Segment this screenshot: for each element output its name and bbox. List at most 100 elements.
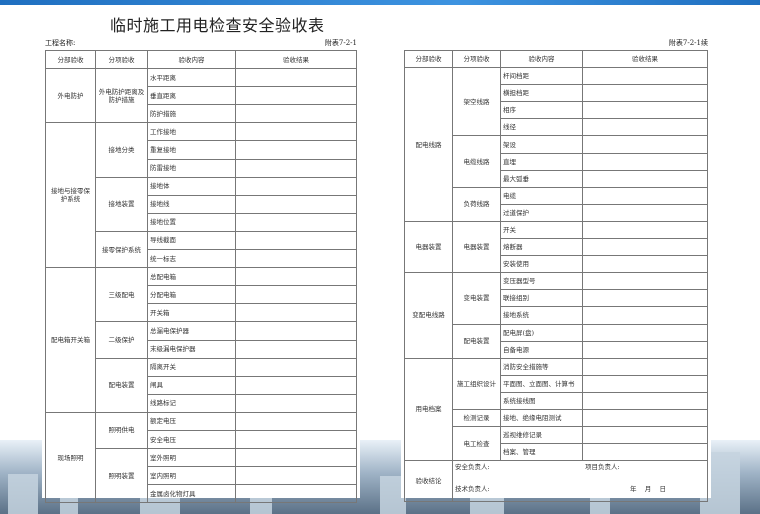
result-cell[interactable] [582,357,708,376]
project-manager-label: 项目负责人: [585,463,620,472]
result-cell[interactable] [582,203,708,222]
result-cell[interactable] [582,391,708,410]
conclusion-label: 验收结论 [404,460,453,503]
result-cell[interactable] [582,289,708,308]
result-cell[interactable] [582,220,708,240]
result-cell[interactable] [235,86,357,106]
result-cell[interactable] [582,374,708,393]
content-cell: 防护措施 [147,104,236,124]
section-cell: 电器装置 [404,220,453,274]
content-cell: 水平距离 [147,68,236,88]
content-cell: 室外照明 [147,448,236,468]
result-cell[interactable] [582,152,708,171]
content-cell: 档案、管理 [500,443,583,462]
content-cell: 巡视维修记录 [500,426,583,445]
result-cell[interactable] [235,212,357,232]
content-cell: 联接组别 [500,289,583,308]
result-cell[interactable] [235,339,357,359]
result-cell[interactable] [235,230,357,251]
result-cell[interactable] [582,306,708,325]
content-cell: 分配电箱 [147,285,236,305]
content-cell: 横担档距 [500,84,583,103]
result-cell[interactable] [235,194,357,214]
subsection-cell: 电缆线路 [452,135,501,188]
content-cell: 垂直距离 [147,86,236,106]
result-cell[interactable] [235,429,357,450]
result-cell[interactable] [235,321,357,341]
result-cell[interactable] [582,408,708,428]
result-cell[interactable] [235,411,357,431]
result-cell[interactable] [235,140,357,160]
content-cell: 室内照明 [147,466,236,486]
result-cell[interactable] [582,255,708,274]
header-cell: 验收结果 [582,49,708,69]
result-cell[interactable] [582,101,708,120]
result-cell[interactable] [235,176,357,196]
content-cell: 开关 [500,220,583,240]
result-cell[interactable] [582,135,708,154]
subsection-cell: 接零保护系统 [95,230,148,269]
subsection-cell: 照明装置 [95,448,148,504]
result-cell[interactable] [582,67,708,86]
result-cell[interactable] [235,249,357,269]
result-cell[interactable] [235,285,357,305]
document-title: 临时施工用电检查安全验收表 [110,16,325,35]
section-cell: 接地与接零保护系统 [45,122,96,269]
form-code: 附表7-2-1续 [668,39,708,47]
result-cell[interactable] [235,466,357,486]
result-cell[interactable] [582,118,708,137]
content-cell: 安装使用 [500,255,583,274]
content-cell: 架设 [500,135,583,154]
section-cell: 配电箱开关箱 [45,267,96,413]
signoff-row: 验收结论 安全负责人: 项目负责人: 技术负责人: 年 月 日 [404,460,708,503]
form-code: 附表7-2-1 [324,39,357,47]
result-cell[interactable] [582,323,708,342]
safety-officer-label: 安全负责人: [455,463,490,472]
result-cell[interactable] [235,267,357,287]
result-cell[interactable] [235,484,357,504]
content-cell: 线路标记 [147,393,236,413]
content-cell: 安全电压 [147,429,236,450]
result-cell[interactable] [235,393,357,413]
result-cell[interactable] [235,448,357,468]
result-cell[interactable] [235,375,357,395]
result-cell[interactable] [582,272,708,291]
result-cell[interactable] [582,426,708,445]
section-cell: 现场照明 [45,411,96,504]
section-cell: 外电防护 [45,68,96,124]
table-row: 变配电线路 变电装置 变压器型号 [404,272,708,359]
table-row: 配电线路 架空线路 杆间档距 [404,67,708,222]
content-cell: 防雷接地 [147,158,236,178]
subsection-cell: 检测记录 [452,408,501,428]
subsection-cell: 配电装置 [452,323,501,359]
result-cell[interactable] [235,68,357,88]
signoff-date: 年 月 日 [630,485,667,494]
content-cell: 平面图、立面图、计算书 [500,374,583,393]
table-row: 接地与接零保护系统 接地分类 工作接地 [45,122,357,269]
result-cell[interactable] [582,169,708,188]
content-cell: 相序 [500,101,583,120]
signoff-cell[interactable]: 安全负责人: 项目负责人: 技术负责人: 年 月 日 [452,460,708,503]
result-cell[interactable] [235,104,357,124]
table-row: 用电档案 施工组织设计 消防安全措施等 [404,357,708,462]
subsection-cell: 电器装置 [452,220,501,274]
result-cell[interactable] [582,186,708,205]
project-name-label: 工程名称: [45,39,76,47]
content-cell: 直埋 [500,152,583,171]
result-cell[interactable] [235,122,357,142]
content-cell: 变压器型号 [500,272,583,291]
top-accent-bar [0,0,760,5]
result-cell[interactable] [582,340,708,359]
result-cell[interactable] [235,357,357,377]
subsection-cell: 照明供电 [95,411,148,450]
table-header-row: 分部验收 分项验收 验收内容 验收结果 [404,49,708,69]
table-row: 电器装置 电器装置 开关 [404,220,708,274]
table-row: 配电箱开关箱 三级配电 总配电箱 [45,267,357,413]
result-cell[interactable] [582,238,708,257]
result-cell[interactable] [235,158,357,178]
content-cell: 接地位置 [147,212,236,232]
result-cell[interactable] [582,443,708,462]
result-cell[interactable] [235,303,357,323]
result-cell[interactable] [582,84,708,103]
content-cell: 导线截面 [147,230,236,251]
